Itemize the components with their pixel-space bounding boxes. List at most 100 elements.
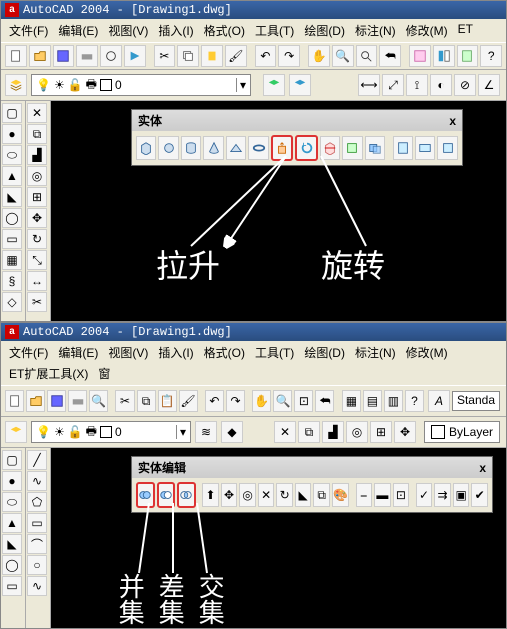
- dim-linear-button[interactable]: ⟷: [358, 74, 380, 96]
- menu-insert[interactable]: 插入(I): [154, 343, 197, 362]
- menu-draw[interactable]: 绘图(D): [300, 21, 349, 40]
- menu-view[interactable]: 视图(V): [104, 343, 152, 362]
- circle-button[interactable]: ○: [27, 555, 47, 575]
- copy-button[interactable]: ⧉: [137, 390, 156, 412]
- solids-titlebar[interactable]: 实体 x: [132, 110, 462, 131]
- solid-cone-button[interactable]: [203, 136, 223, 160]
- solid-torus-button[interactable]: [248, 136, 268, 160]
- dim-ordinate-button[interactable]: ⟟: [406, 74, 428, 96]
- setup-drawing-button[interactable]: [393, 136, 413, 160]
- properties-button[interactable]: ▦: [342, 390, 361, 412]
- layer-manager-button[interactable]: [5, 421, 27, 443]
- color-face-button[interactable]: 🎨: [332, 483, 349, 507]
- layer-select[interactable]: 💡 ☀ 🔓 🖶 0 ▾: [31, 421, 191, 443]
- layer-select[interactable]: 💡 ☀ 🔓 🖶 0 ▾: [31, 74, 251, 96]
- erase-button[interactable]: ✕: [274, 421, 296, 443]
- textstyle-icon[interactable]: A: [428, 390, 450, 412]
- menu-modify[interactable]: 修改(M): [402, 21, 452, 40]
- move-button[interactable]: ✥: [394, 421, 416, 443]
- menu-draw[interactable]: 绘图(D): [300, 343, 349, 362]
- wedge-button[interactable]: ◣: [2, 534, 22, 554]
- menu-etext[interactable]: ET扩展工具(X): [5, 364, 92, 383]
- box-button[interactable]: ▢: [2, 103, 22, 123]
- mirror-button[interactable]: ▟: [27, 145, 47, 165]
- style-name[interactable]: Standa: [452, 391, 500, 411]
- designcenter-button[interactable]: [433, 45, 455, 67]
- paste-button[interactable]: 📋: [158, 390, 177, 412]
- offset-button[interactable]: ◎: [346, 421, 368, 443]
- solid-wedge-button[interactable]: [226, 136, 246, 160]
- rotate-button[interactable]: ↻: [27, 229, 47, 249]
- dim-radius-button[interactable]: ◐: [430, 74, 452, 96]
- cone-button[interactable]: ▲: [2, 513, 22, 533]
- zoom-prev-button[interactable]: ⮪: [379, 45, 401, 67]
- copy-obj-button[interactable]: ⧉: [298, 421, 320, 443]
- arc-button[interactable]: ⌒: [27, 534, 47, 554]
- cylinder-button[interactable]: ⬭: [2, 145, 22, 165]
- solids-editing-toolbar[interactable]: 实体编辑 x ⬆ ✥ ◎ ✕ ↻ ◣ ⧉ 🎨 ⎯ ▬ ⊡: [131, 456, 493, 513]
- pline-button[interactable]: ∿: [27, 471, 47, 491]
- properties-button[interactable]: [409, 45, 431, 67]
- dim-angular-button[interactable]: ∠: [478, 74, 500, 96]
- intersect-button[interactable]: [177, 482, 196, 508]
- color-select[interactable]: ByLayer: [424, 421, 500, 443]
- menu-tools[interactable]: 工具(T): [251, 343, 298, 362]
- array-button[interactable]: ⊞: [27, 187, 47, 207]
- open-button[interactable]: [29, 45, 51, 67]
- preview-button[interactable]: 🔍: [89, 390, 108, 412]
- undo-button[interactable]: ↶: [255, 45, 277, 67]
- extrude-button[interactable]: [271, 135, 293, 161]
- save-button[interactable]: [47, 390, 66, 412]
- dim-diameter-button[interactable]: ⊘: [454, 74, 476, 96]
- cylinder-button[interactable]: ⬭: [2, 492, 22, 512]
- menu-format[interactable]: 格式(O): [200, 343, 249, 362]
- revolve-button[interactable]: [295, 135, 317, 161]
- menu-edit[interactable]: 编辑(E): [54, 21, 102, 40]
- toolpalettes-button[interactable]: ▥: [384, 390, 403, 412]
- delete-face-button[interactable]: ✕: [258, 483, 275, 507]
- erase-button[interactable]: ✕: [27, 103, 47, 123]
- region-button[interactable]: ▭: [2, 576, 22, 596]
- cut-button[interactable]: ✂: [115, 390, 134, 412]
- close-icon[interactable]: x: [449, 114, 456, 128]
- imprint-button[interactable]: ⊡: [393, 483, 410, 507]
- help-button[interactable]: ?: [405, 390, 424, 412]
- menu-file[interactable]: 文件(F): [5, 343, 52, 362]
- torus-button[interactable]: ◯: [2, 208, 22, 228]
- undo-button[interactable]: ↶: [205, 390, 224, 412]
- solidedit-titlebar[interactable]: 实体编辑 x: [132, 457, 492, 478]
- helix-button[interactable]: §: [2, 271, 22, 291]
- solid-cylinder-button[interactable]: [181, 136, 201, 160]
- zoom-rt-button[interactable]: 🔍: [332, 45, 354, 67]
- check-button[interactable]: ✔: [471, 483, 488, 507]
- new-button[interactable]: [5, 45, 27, 67]
- subtract-button[interactable]: [157, 482, 176, 508]
- spline-button[interactable]: ∿: [27, 576, 47, 596]
- move-face-button[interactable]: ✥: [221, 483, 238, 507]
- menu-et[interactable]: ET: [454, 21, 477, 40]
- color-edge-button[interactable]: ▬: [374, 483, 391, 507]
- section-button[interactable]: [342, 136, 362, 160]
- rotate-face-button[interactable]: ↻: [276, 483, 293, 507]
- copy-edge-button[interactable]: ⎯: [356, 483, 373, 507]
- sphere-button[interactable]: ●: [2, 471, 22, 491]
- match-button[interactable]: 🖌: [225, 45, 247, 67]
- clean-button[interactable]: ✓: [416, 483, 433, 507]
- menu-dimension[interactable]: 标注(N): [351, 343, 400, 362]
- help-button[interactable]: ?: [480, 45, 502, 67]
- menu-format[interactable]: 格式(O): [200, 21, 249, 40]
- layer-states-button[interactable]: [289, 74, 311, 96]
- publish-button[interactable]: [124, 45, 146, 67]
- menu-modify[interactable]: 修改(M): [402, 343, 452, 362]
- mirror-button[interactable]: ▟: [322, 421, 344, 443]
- open-button[interactable]: [26, 390, 45, 412]
- wedge-button[interactable]: ◣: [2, 187, 22, 207]
- menu-dimension[interactable]: 标注(N): [351, 21, 400, 40]
- planar-button[interactable]: ◇: [2, 292, 22, 312]
- layer-prev-button[interactable]: ≋: [195, 421, 217, 443]
- region-button[interactable]: ▭: [2, 229, 22, 249]
- plot-button[interactable]: [68, 390, 87, 412]
- slice-button[interactable]: [320, 136, 340, 160]
- move-button[interactable]: ✥: [27, 208, 47, 228]
- rectangle-button[interactable]: ▭: [27, 513, 47, 533]
